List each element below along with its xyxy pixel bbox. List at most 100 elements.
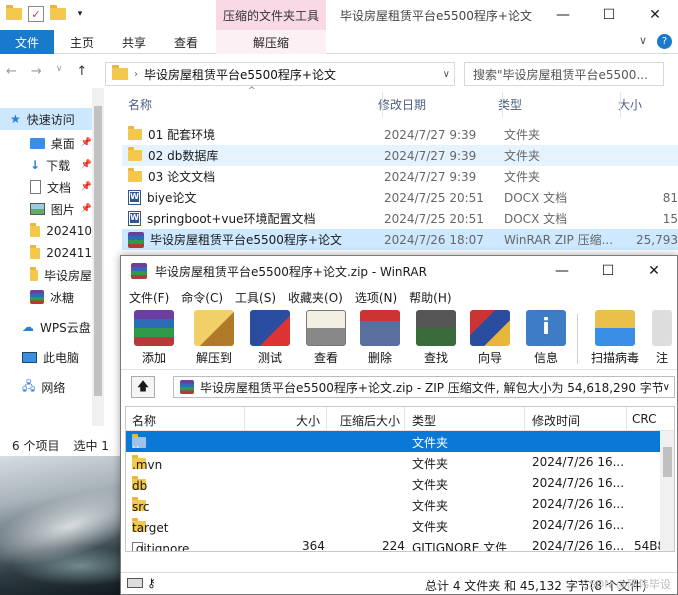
folder-icon[interactable] [6,5,22,22]
tab-view[interactable]: 查看 [166,30,206,54]
tool-label: 向导 [477,351,502,365]
sidebar-item-project[interactable]: 毕设房屋 [0,264,92,286]
row-packed-size: 224 [382,539,405,552]
delete-button[interactable]: 删除 [353,310,407,368]
sidebar-item-label: 冰糖 [50,290,75,305]
archive-row[interactable]: target 文件夹 2024/7/26 16... [126,515,660,536]
minimize-icon[interactable]: — [540,0,586,30]
new-folder-icon[interactable] [50,5,66,22]
sidebar-item-label: 此电脑 [43,350,80,365]
sidebar-item-202410[interactable]: 202410 [0,220,92,242]
archive-row[interactable]: .. 文件夹 [126,431,660,452]
file-row[interactable]: 03 论文文档 2024/7/27 9:39 文件夹 [122,166,678,187]
archive-row[interactable]: .mvn 文件夹 2024/7/26 16... [126,452,660,473]
chevron-down-icon[interactable]: ∨ [443,69,450,80]
column-size[interactable]: 大小 [296,412,320,429]
column-size[interactable]: 大小 [618,96,668,113]
up-arrow-icon[interactable]: ↑ [76,64,87,79]
column-name[interactable]: 名称 [118,96,378,113]
sidebar-item-quick-access[interactable]: ★ 快速访问 [0,108,92,130]
file-row[interactable]: 01 配套环境 2024/7/27 9:39 文件夹 [122,124,678,145]
sidebar-scrollbar[interactable] [92,88,104,426]
row-name: .gitignore [132,542,190,552]
sidebar-item-label: 图片 [50,202,75,217]
sidebar-item-this-pc[interactable]: 此电脑 [0,346,92,368]
archive-path-text: 毕设房屋租赁平台e5500程序+论文.zip - ZIP 压缩文件, 解包大小为… [200,380,664,395]
column-name[interactable]: 名称 [132,412,156,429]
minimize-icon[interactable]: — [539,256,585,286]
archive-path-dropdown[interactable]: 毕设房屋租赁平台e5500程序+论文.zip - ZIP 压缩文件, 解包大小为… [173,376,675,398]
cloud-icon: ☁ [22,320,34,334]
forward-arrow-icon[interactable]: → [31,64,42,79]
archive-file-list: 名称 大小 压缩后大小 类型 修改时间 CRC .. 文件夹 .mvn 文件夹 … [125,406,675,552]
comment-button[interactable]: 注 [649,310,675,368]
file-type: 文件夹 [504,149,541,163]
add-button[interactable]: 添加 [127,310,181,368]
search-input[interactable]: 搜索"毕设房屋租赁平台e5500... [464,62,664,86]
menu-tools[interactable]: 工具(S) [235,289,276,306]
properties-check-icon[interactable]: ✓ [28,6,44,22]
chevron-right-icon[interactable]: › [134,69,138,80]
column-modified[interactable]: 修改时间 [532,412,580,429]
sidebar-item-network[interactable]: 🖧 网络 [0,376,92,398]
chevron-down-icon[interactable]: ∨ [663,382,670,393]
tab-home[interactable]: 主页 [62,30,102,54]
archive-row[interactable]: src 文件夹 2024/7/26 16... [126,494,660,515]
archive-list-scrollbar[interactable] [660,431,674,551]
word-doc-icon [128,190,141,205]
archive-row[interactable]: .gitignore 364 224 GITIGNORE 文件 2024/7/2… [126,536,665,552]
menu-help[interactable]: 帮助(H) [409,289,451,306]
column-type[interactable]: 类型 [412,412,436,429]
computer-icon [22,351,37,363]
row-type: 文件夹 [412,499,449,513]
column-packed-size[interactable]: 压缩后大小 [340,412,400,429]
download-icon: ↓ [30,158,41,172]
test-button[interactable]: 测试 [243,310,297,368]
file-row[interactable]: 02 db数据库 2024/7/27 9:39 文件夹 [122,145,678,166]
customize-toolbar-icon[interactable]: ▾ [72,6,88,22]
sidebar-item-bingtang[interactable]: 冰糖 [0,286,92,308]
tab-share[interactable]: 共享 [114,30,154,54]
file-row[interactable]: biye论文 2024/7/25 20:51 DOCX 文档 81 [122,187,678,208]
menu-options[interactable]: 选项(N) [355,289,397,306]
archive-row[interactable]: db 文件夹 2024/7/26 16... [126,473,660,494]
scan-virus-button[interactable]: 扫描病毒 [583,310,647,368]
tab-file[interactable]: 文件 [0,30,54,54]
column-type[interactable]: 类型 [498,96,618,113]
back-arrow-icon[interactable]: ← [6,64,17,79]
recent-dropdown-icon[interactable]: ∨ [56,64,63,79]
extract-to-button[interactable]: 解压到 [187,310,241,368]
sidebar-item-wps-cloud[interactable]: ☁ WPS云盘 [0,316,92,338]
file-row[interactable]: springboot+vue环境配置文档 2024/7/25 20:51 DOC… [122,208,678,229]
sidebar-item-202411[interactable]: 202411 [0,242,92,264]
maximize-icon[interactable]: ☐ [585,256,631,286]
menu-file[interactable]: 文件(F) [129,289,169,306]
find-button[interactable]: 查找 [409,310,463,368]
close-icon[interactable]: ✕ [632,0,678,30]
column-crc[interactable]: CRC [632,412,657,426]
sidebar-item-desktop[interactable]: 桌面 📌 [0,132,92,154]
scrollbar-thumb[interactable] [94,106,102,396]
menu-favorites[interactable]: 收藏夹(O) [288,289,343,306]
maximize-icon[interactable]: ☐ [586,0,632,30]
winrar-toolbar: 添加 解压到 测试 查看 删除 查找 向导 i 信息 扫描病毒 注 [121,308,677,370]
column-date[interactable]: 修改日期 [378,96,498,113]
delete-bin-icon [360,310,400,346]
file-row[interactable]: 毕设房屋租赁平台e5500程序+论文 2024/7/26 18:07 WinRA… [122,229,678,250]
address-input[interactable]: › 毕设房屋租赁平台e5500程序+论文 ∨ [105,62,455,86]
up-one-level-icon[interactable]: 🡅 [131,376,155,398]
info-button[interactable]: i 信息 [519,310,573,368]
tab-extract[interactable]: 解压缩 [216,30,326,54]
sidebar-item-downloads[interactable]: ↓ 下载 📌 [0,154,92,176]
sidebar-item-documents[interactable]: 文档 📌 [0,176,92,198]
menu-commands[interactable]: 命令(C) [181,289,223,306]
close-icon[interactable]: ✕ [631,256,677,286]
wizard-button[interactable]: 向导 [463,310,517,368]
view-button[interactable]: 查看 [299,310,353,368]
expand-ribbon-icon[interactable]: ∨ [639,34,647,49]
sidebar-item-pictures[interactable]: 图片 📌 [0,198,92,220]
drive-icon[interactable] [127,578,143,588]
help-icon[interactable]: ? [657,34,672,49]
scrollbar-thumb[interactable] [663,447,672,477]
key-icon[interactable]: ⚷ [147,576,156,590]
